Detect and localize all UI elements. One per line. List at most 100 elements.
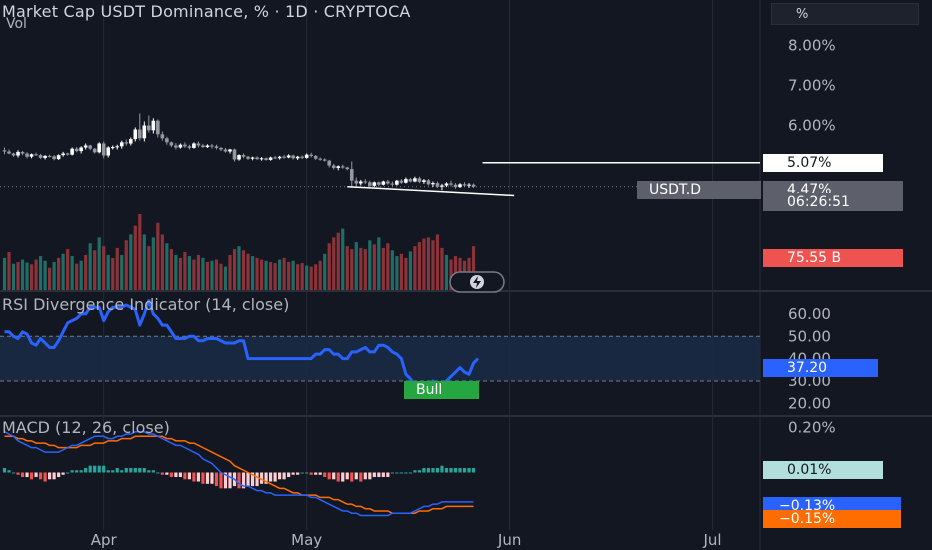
candle-body [404,179,408,183]
volume-bar [426,237,431,290]
macd-histogram-bar [11,472,16,474]
macd-histogram-bar [458,467,462,473]
candle-body [331,165,336,168]
macd-histogram-bar [25,472,29,478]
candle-body [259,158,264,160]
macd-histogram-bar [278,472,282,480]
volume-bar [106,254,110,290]
volume-bar [422,238,426,290]
volume-bar [404,257,408,290]
volume-bar [273,263,277,290]
volume-bar [102,246,106,290]
volume-bar [314,264,318,290]
macd-histogram-bar [84,467,88,473]
macd-pane[interactable] [2,431,476,517]
volume-bar [20,259,25,290]
macd-histogram-bar [124,467,128,473]
candle-body [399,180,404,183]
volume-bar [138,214,142,290]
candle-body [309,154,313,156]
macd-histogram-bar [97,465,101,473]
candle-body [327,160,332,166]
volume-bar [282,257,286,290]
volume-bar [390,250,394,290]
volume-bar [309,266,313,290]
volume-bar [129,234,133,290]
candle-body [25,153,29,157]
candle-body [205,145,210,148]
volume-bar [363,249,367,290]
candle-body [449,183,453,185]
x-tick-label: Jul [703,531,722,549]
volume-bar [174,254,178,290]
rsi-indicator-title[interactable]: RSI Divergence Indicator (14, close) [2,295,289,314]
macd-histogram-bar [147,470,151,473]
macd-histogram-bar [440,465,444,473]
volume-bar [223,266,228,290]
candle-body [16,151,20,156]
candle-body [322,159,327,161]
macd-histogram-bar [48,472,52,480]
candle-body [165,138,169,143]
x-tick-label: May [291,531,322,549]
volume-bar [43,260,47,290]
macd-histogram-bar [323,472,327,478]
volume-bar [79,260,83,290]
volume-bar [228,254,232,290]
volume-bar [11,263,16,290]
volume-bar [232,249,237,290]
rsi-tick-label: 20.00 [788,394,831,412]
unit-selector[interactable]: % [771,3,919,25]
volume-bar [241,250,246,290]
volume-bar [250,256,255,290]
volume-bar [2,257,7,290]
macd-histogram-bar [52,472,56,480]
macd-histogram-bar [453,467,458,473]
volume-bar [29,264,34,290]
candle-body [336,166,341,168]
volume-bar [435,234,440,290]
macd-histogram-bar [363,472,367,480]
candle-body [237,155,241,160]
volume-bar [431,240,435,290]
volume-bar [124,240,128,290]
price-pane[interactable] [0,113,760,291]
candle-body [381,181,386,185]
candle-body [291,155,295,159]
candle-body [318,158,322,160]
candle-body [156,120,160,135]
macd-histogram-bar [426,467,431,473]
candle-body [282,156,286,158]
candle-body [246,156,250,159]
candle-body [241,155,246,157]
volume-bar [88,243,92,290]
macd-indicator-title[interactable]: MACD (12, 26, close) [2,418,170,437]
macd-histogram-bar [350,472,354,482]
macd-histogram-bar [129,467,133,473]
candle-body [363,181,368,183]
macd-histogram-bar [417,470,422,473]
macd-histogram-bar [413,470,417,473]
macd-histogram-bar [228,472,232,489]
candle-body [286,155,291,158]
volume-bar [323,253,327,290]
x-tick-label: Apr [91,531,118,549]
volume-value-badge: 75.55 B [763,249,903,267]
candle-body [368,182,372,186]
macd-histogram-bar [29,472,34,480]
macd-signal-badge: −0.15% [763,510,901,528]
macd-histogram-bar [359,472,363,482]
volume-bar [350,249,354,290]
volume-bar [296,264,300,290]
candle-body [110,147,115,149]
volume-bar [52,261,56,290]
volume-bar [210,260,214,290]
lightning-icon[interactable] [449,271,505,293]
macd-histogram-bar [165,472,169,475]
volume-bar [57,257,61,290]
candle-body [413,178,417,182]
macd-histogram-bar [57,472,61,478]
volume-bar [354,242,358,290]
volume-bar [160,234,164,290]
volume-bar [147,246,151,290]
